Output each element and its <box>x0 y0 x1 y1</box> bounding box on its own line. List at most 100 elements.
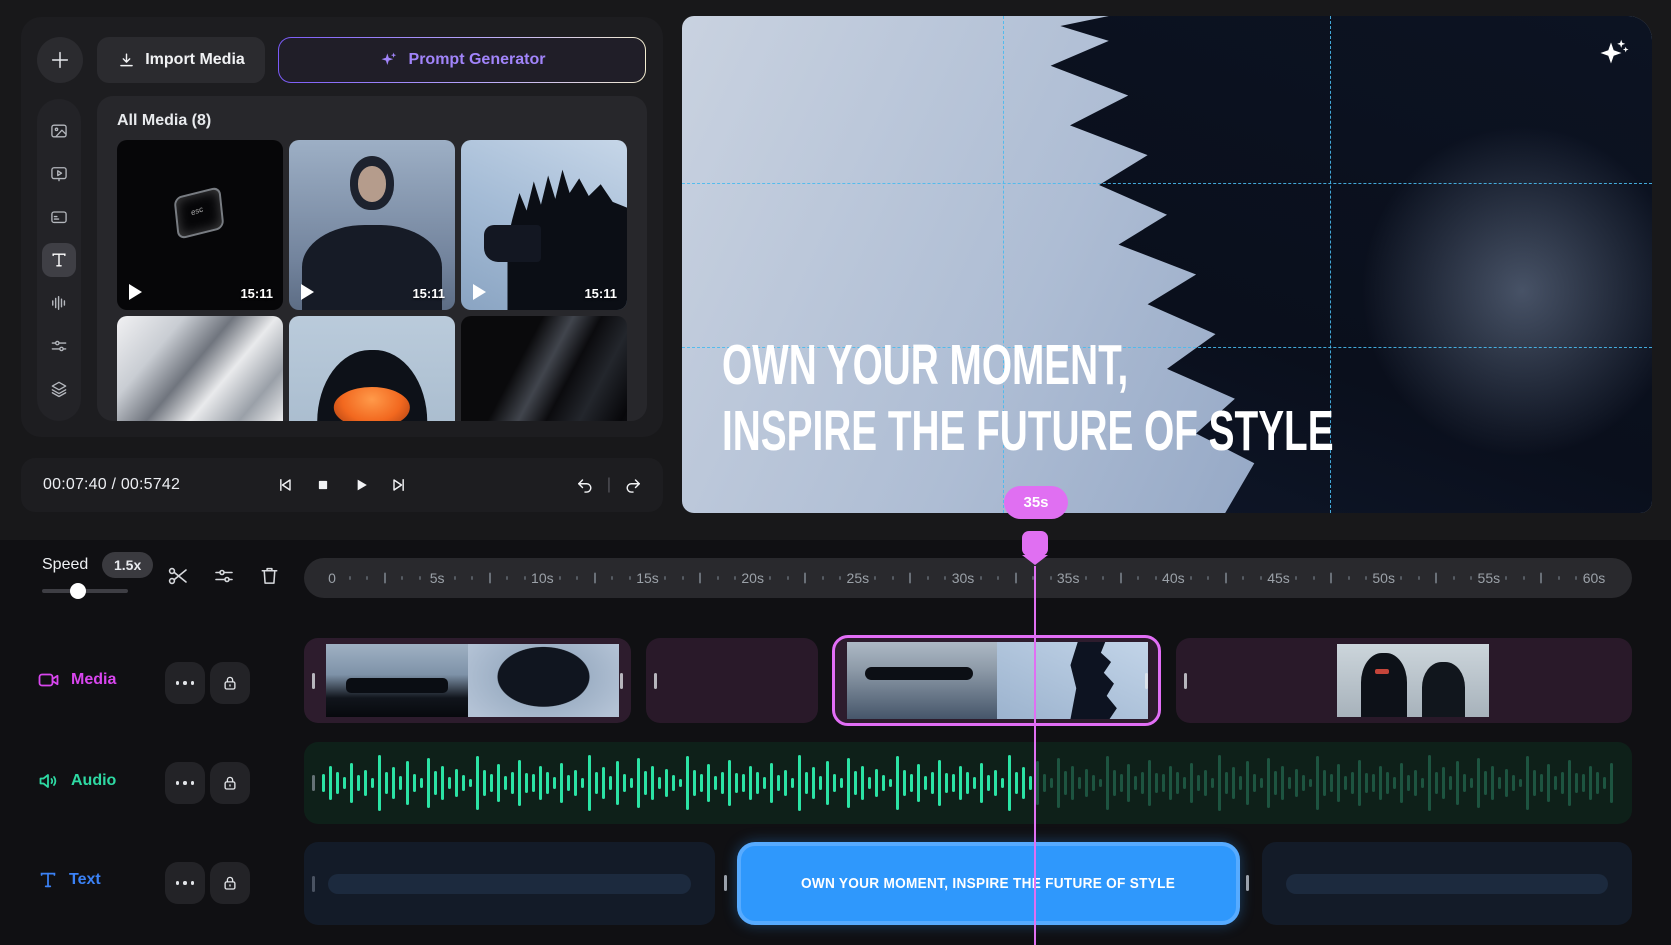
audio-track-options-button[interactable] <box>165 762 205 804</box>
undo-button[interactable] <box>573 473 597 497</box>
audio-track-lock-button[interactable] <box>210 762 250 804</box>
headline-line-2: INSPIRE THE FUTURE OF STYLE <box>722 398 1334 464</box>
media-track-options-button[interactable] <box>165 662 205 704</box>
preview-canvas[interactable]: OWN YOUR MOMENT, INSPIRE THE FUTURE OF S… <box>682 16 1652 513</box>
more-dots-icon <box>176 681 195 685</box>
waveform-bar <box>427 758 430 808</box>
media-track-lock-button[interactable] <box>210 662 250 704</box>
ruler-tick <box>366 576 368 580</box>
waveform-bar <box>1092 775 1095 791</box>
rail-adjust-button[interactable] <box>42 329 76 363</box>
trim-handle-left[interactable] <box>312 775 315 791</box>
clip-thumbnail-two-women <box>1337 644 1489 717</box>
audio-clip[interactable] <box>304 742 1632 824</box>
ruler-tick <box>384 573 386 584</box>
text-clip-1[interactable] <box>304 842 715 925</box>
play-button[interactable] <box>349 473 373 497</box>
playhead-handle[interactable] <box>1022 531 1048 556</box>
text-track-header: Text <box>37 869 101 891</box>
ai-enhance-button[interactable] <box>1590 34 1630 74</box>
ruler-tick <box>980 576 982 580</box>
text-track-options-button[interactable] <box>165 862 205 904</box>
waveform-bar <box>1470 778 1473 788</box>
clip-thumbnail-braid <box>468 644 619 717</box>
playhead-time-bubble[interactable]: 35s <box>1004 486 1068 519</box>
add-media-button[interactable] <box>37 37 83 83</box>
waveform-bar <box>1197 775 1200 791</box>
waveform-bar <box>721 772 724 794</box>
text-track-lock-button[interactable] <box>210 862 250 904</box>
waveform-bar <box>756 772 759 794</box>
split-clip-button[interactable] <box>165 564 191 590</box>
text-clip-3[interactable] <box>1262 842 1632 925</box>
media-type-rail <box>37 99 81 421</box>
media-clip-4[interactable] <box>1176 638 1632 723</box>
ruler-label: 50s <box>1372 570 1395 586</box>
waveform-bar <box>1211 778 1214 788</box>
trim-handle-left[interactable] <box>312 673 315 689</box>
prompt-generator-button[interactable]: Prompt Generator <box>278 37 646 83</box>
waveform-bar <box>770 763 773 803</box>
trim-handle[interactable] <box>1246 875 1249 891</box>
ruler-tick <box>997 576 999 580</box>
media-item-glass-cube[interactable]: esc 15:11 <box>117 140 283 310</box>
media-clip-3-selected[interactable] <box>832 635 1161 726</box>
playhead-line[interactable] <box>1034 566 1036 945</box>
media-item-dark-chrome[interactable] <box>461 316 627 421</box>
rail-text-button[interactable] <box>42 243 76 277</box>
waveform-bar <box>1295 769 1298 797</box>
waveform-bar <box>539 766 542 800</box>
waveform-bar <box>1232 767 1235 799</box>
speed-slider-knob[interactable] <box>70 583 86 599</box>
media-item-helmet[interactable] <box>289 316 455 421</box>
media-clip-1[interactable] <box>304 638 631 723</box>
waveform-bar <box>966 772 969 794</box>
import-media-button[interactable]: Import Media <box>97 37 265 83</box>
stop-icon <box>314 476 332 494</box>
rail-captions-button[interactable] <box>42 200 76 234</box>
media-item-portrait[interactable]: 15:11 <box>289 140 455 310</box>
trim-handle-left[interactable] <box>654 673 657 689</box>
timeline-ruler[interactable]: 05s10s15s20s25s30s35s40s45s50s55s60s <box>304 558 1632 598</box>
adjust-clip-button[interactable] <box>211 564 237 590</box>
skip-back-button[interactable] <box>273 473 297 497</box>
rail-audio-button[interactable] <box>42 286 76 320</box>
trim-handle-left[interactable] <box>312 876 315 892</box>
speed-value-badge[interactable]: 1.5x <box>102 552 153 578</box>
delete-clip-button[interactable] <box>256 564 282 590</box>
trim-handle-left[interactable] <box>1184 673 1187 689</box>
waveform-bar <box>1414 770 1417 796</box>
waveform-bar <box>1477 758 1480 808</box>
ruler-tick <box>1348 576 1350 580</box>
waveform-bar <box>455 769 458 797</box>
speed-slider[interactable] <box>42 589 128 593</box>
ruler-tick <box>839 576 841 580</box>
stop-button[interactable] <box>311 473 335 497</box>
sliders-icon <box>49 336 69 356</box>
media-item-chrome-swirl[interactable] <box>117 316 283 421</box>
media-item-vr-headset[interactable]: 15:11 <box>461 140 627 310</box>
lock-icon <box>221 874 239 892</box>
waveform-bar <box>392 767 395 799</box>
waveform-bar <box>1162 774 1165 792</box>
rail-videos-button[interactable] <box>42 157 76 191</box>
skip-forward-button[interactable] <box>387 473 411 497</box>
text-clip-bar <box>328 874 691 894</box>
rail-images-button[interactable] <box>42 114 76 148</box>
rail-layers-button[interactable] <box>42 372 76 406</box>
text-clip-2-active[interactable]: OWN YOUR MOMENT, INSPIRE THE FUTURE OF S… <box>737 842 1240 925</box>
clip-thumbnail-controller <box>326 644 468 717</box>
text-clip-content: OWN YOUR MOMENT, INSPIRE THE FUTURE OF S… <box>801 876 1175 892</box>
portrait-face-art <box>358 166 386 202</box>
ruler-tick <box>629 576 631 580</box>
trim-handle[interactable] <box>724 875 727 891</box>
redo-button[interactable] <box>621 473 645 497</box>
waveform-bar <box>1267 758 1270 808</box>
trim-handle-right[interactable] <box>1145 673 1148 689</box>
ruler-label: 20s <box>741 570 764 586</box>
preview-headline[interactable]: OWN YOUR MOMENT, INSPIRE THE FUTURE OF S… <box>722 332 1334 464</box>
audio-waveform <box>322 742 1614 824</box>
trim-handle-right[interactable] <box>620 673 623 689</box>
media-clip-2[interactable] <box>646 638 818 723</box>
ruler-tick <box>822 576 824 580</box>
